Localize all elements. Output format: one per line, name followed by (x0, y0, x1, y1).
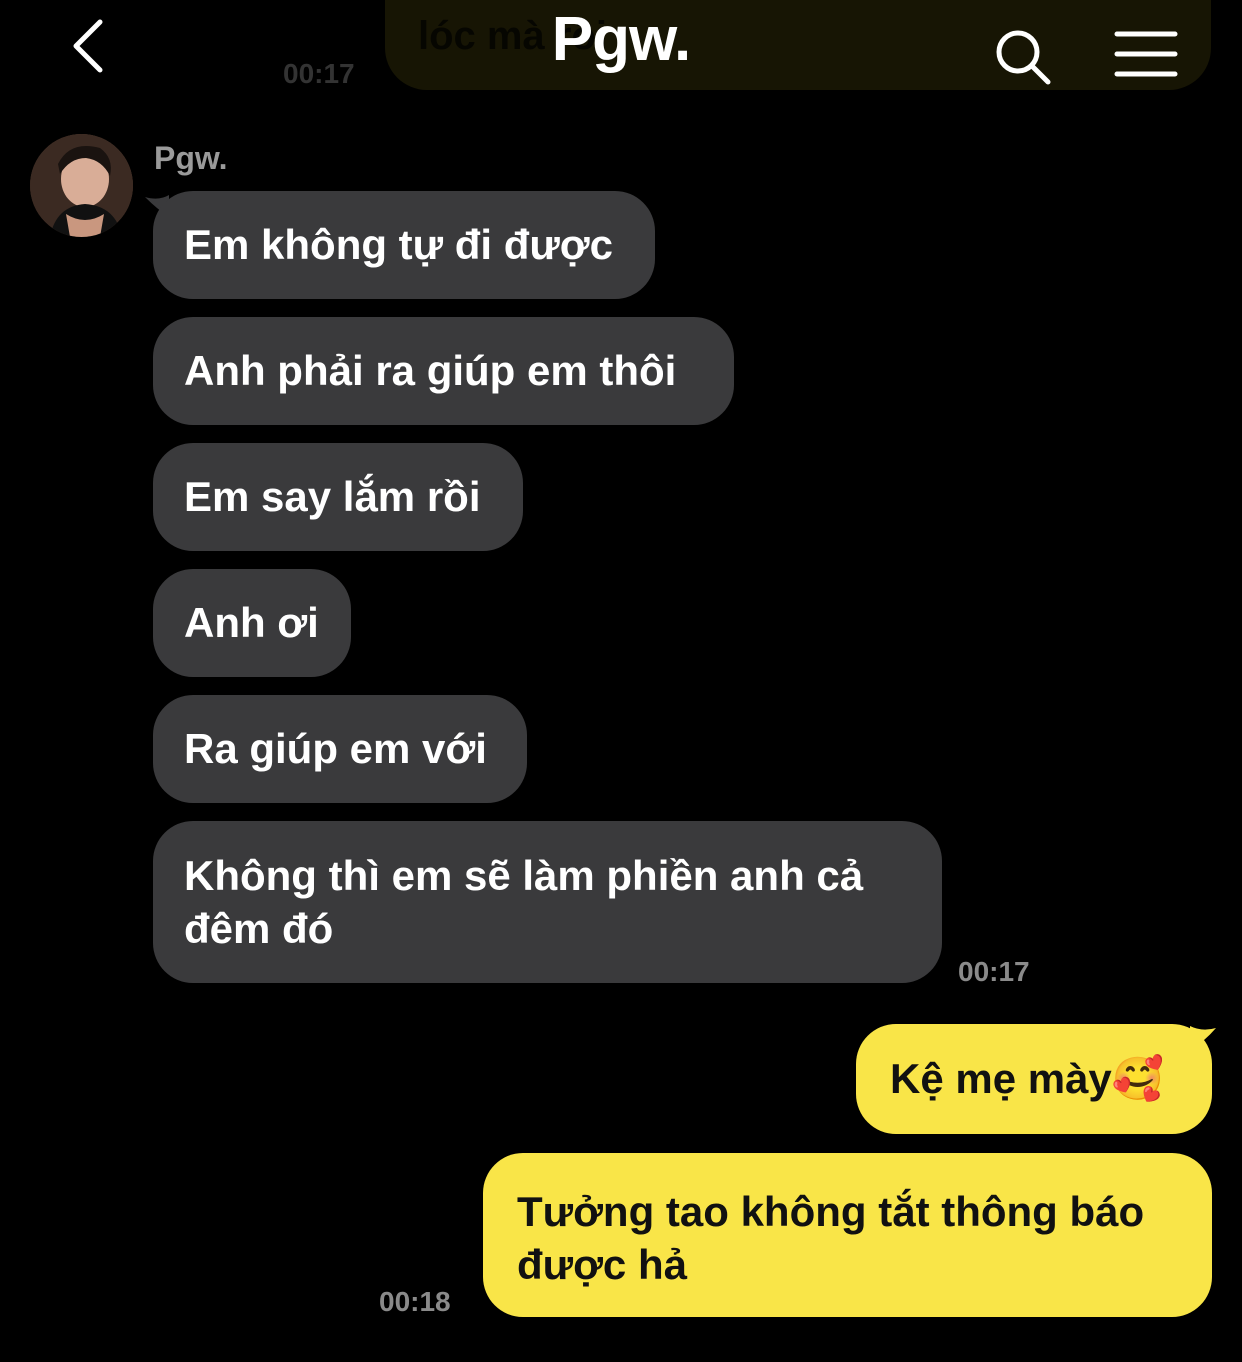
incoming-message-bubble[interactable]: Em không tự đi được (153, 191, 655, 299)
incoming-message-bubble[interactable]: Ra giúp em với (153, 695, 527, 803)
incoming-message-bubble[interactable]: Anh ơi (153, 569, 351, 677)
sender-name: Pgw. (154, 140, 228, 176)
chat-screen: lóc mà rồi 00:17 Pgw. Pgw. Em không tự đ… (0, 0, 1242, 1362)
incoming-message-bubble[interactable]: Không thì em sẽ làm phiền anh cả đêm đó (153, 821, 942, 983)
avatar[interactable] (30, 134, 133, 237)
incoming-message-bubble[interactable]: Em say lắm rồi (153, 443, 523, 551)
incoming-timestamp: 00:17 (958, 956, 1030, 987)
outgoing-timestamp: 00:18 (379, 1286, 451, 1317)
avatar-photo (30, 134, 133, 237)
incoming-message-bubble[interactable]: Anh phải ra giúp em thôi (153, 317, 734, 425)
hamburger-menu-icon[interactable] (1114, 30, 1178, 78)
outgoing-message-bubble[interactable]: Tưởng tao không tắt thông báo được hả (483, 1153, 1212, 1317)
search-icon[interactable] (994, 28, 1052, 86)
chat-title: Pgw. (551, 5, 691, 74)
chat-header: Pgw. (0, 0, 1242, 100)
outgoing-message-bubble[interactable]: Kệ mẹ mày🥰 (856, 1024, 1212, 1134)
